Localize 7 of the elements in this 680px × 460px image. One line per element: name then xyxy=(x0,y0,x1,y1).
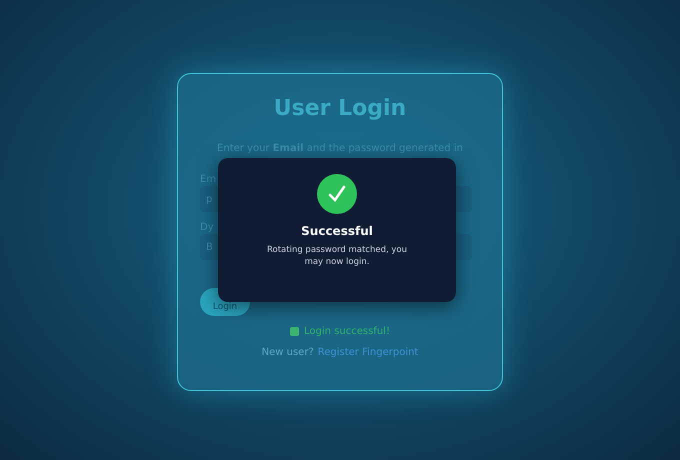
card-title: User Login xyxy=(272,95,408,123)
register-prompt: New user? xyxy=(262,346,314,360)
modal-title: Successful xyxy=(301,223,373,240)
register-link[interactable]: Register Fingerpoint xyxy=(318,345,418,360)
modal-message: Rotating password matched, you may now login. xyxy=(266,244,408,268)
status-message: Login successful! xyxy=(304,325,390,339)
check-circle-icon xyxy=(317,174,357,214)
